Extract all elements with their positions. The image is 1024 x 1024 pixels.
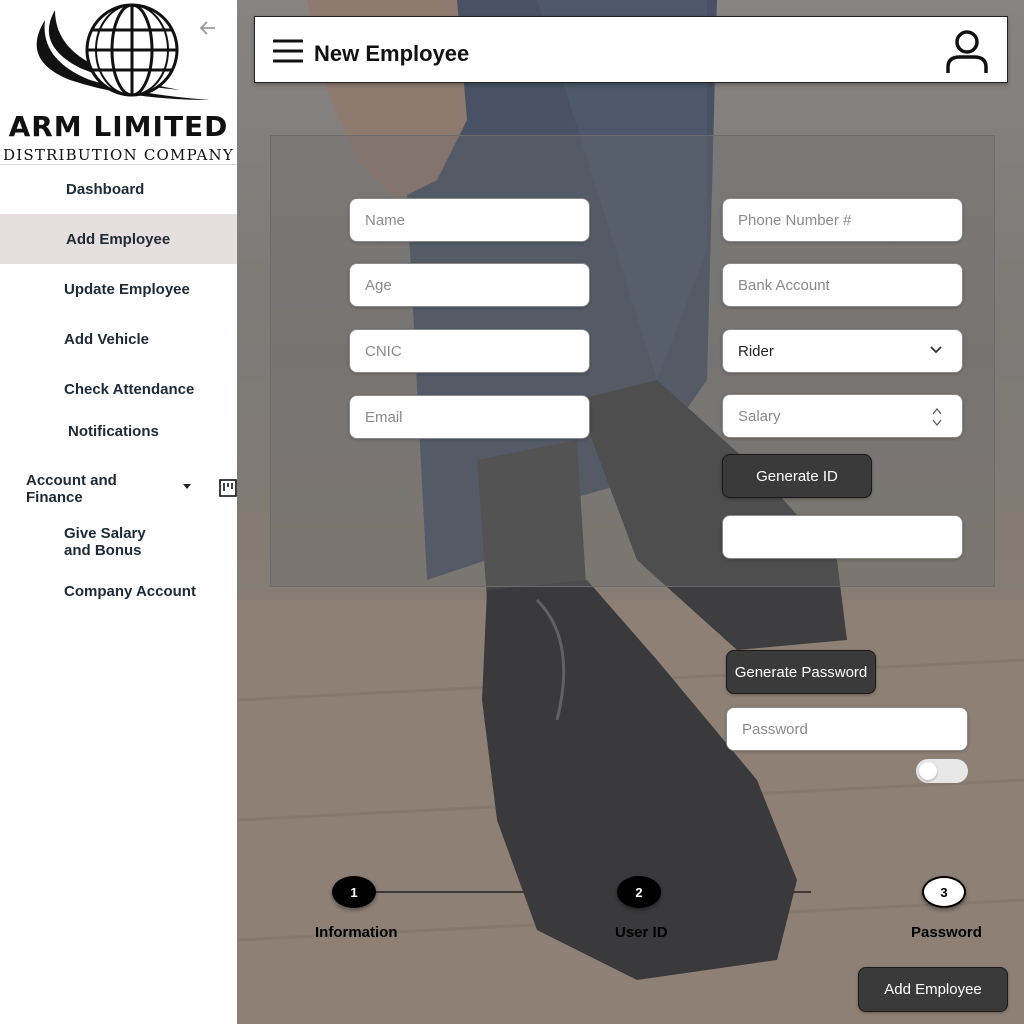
generate-id-button[interactable]: Generate ID (722, 454, 872, 498)
brand-name: ARM LIMITED (8, 110, 229, 143)
email-input[interactable] (350, 396, 589, 438)
salary-input[interactable] (723, 395, 962, 437)
step-2-label: User ID (615, 924, 668, 941)
step-3-circle: 3 (922, 876, 966, 908)
kanban-icon[interactable] (219, 479, 237, 497)
sidebar: ARM LIMITED DISTRIBUTION COMPANY Dashboa… (0, 0, 237, 1024)
step-connector (661, 891, 811, 893)
sidebar-item-company-account[interactable]: Company Account (64, 583, 196, 600)
step-2-circle: 2 (617, 876, 661, 908)
step-connector (376, 891, 618, 893)
sidebar-item-add-employee[interactable]: Add Employee (66, 231, 170, 248)
password-input[interactable] (727, 708, 967, 750)
user-profile-icon[interactable] (945, 29, 989, 75)
toggle-knob (919, 762, 937, 780)
brand-subtitle: DISTRIBUTION COMPANY (3, 146, 234, 164)
sidebar-item-notifications[interactable]: Notifications (68, 423, 159, 440)
arrow-left-icon[interactable] (198, 18, 218, 38)
generated-id-field[interactable] (722, 515, 963, 559)
generate-password-button[interactable]: Generate Password (726, 650, 876, 694)
bank-account-field[interactable] (722, 263, 963, 307)
top-header: New Employee (254, 16, 1008, 83)
sidebar-item-give-salary[interactable]: Give Salary and Bonus (64, 525, 164, 559)
role-select[interactable]: Rider (722, 329, 963, 373)
age-input[interactable] (350, 264, 589, 306)
cnic-field[interactable] (349, 329, 590, 373)
sidebar-divider (0, 164, 237, 165)
bank-account-input[interactable] (723, 264, 962, 306)
name-field[interactable] (349, 198, 590, 242)
cnic-input[interactable] (350, 330, 589, 372)
sidebar-item-update-employee[interactable]: Update Employee (64, 281, 190, 298)
caret-down-icon[interactable] (183, 484, 191, 489)
age-field[interactable] (349, 263, 590, 307)
sidebar-item-dashboard[interactable]: Dashboard (66, 181, 144, 198)
hamburger-menu-icon[interactable] (273, 39, 303, 63)
generated-id-input[interactable] (723, 516, 962, 558)
sidebar-item-check-attendance[interactable]: Check Attendance (64, 381, 194, 398)
name-input[interactable] (350, 199, 589, 241)
chevron-down-icon (930, 346, 942, 354)
phone-input[interactable] (723, 199, 962, 241)
step-3-label: Password (911, 924, 982, 941)
role-select-value: Rider (738, 343, 774, 360)
step-1-label: Information (315, 924, 398, 941)
phone-field[interactable] (722, 198, 963, 242)
show-password-toggle[interactable] (916, 759, 968, 783)
step-1-circle: 1 (332, 876, 376, 908)
sidebar-item-add-vehicle[interactable]: Add Vehicle (64, 331, 149, 348)
password-field[interactable] (726, 707, 968, 751)
salary-field[interactable] (722, 394, 963, 438)
email-field[interactable] (349, 395, 590, 439)
spinner-arrows-icon[interactable] (932, 407, 942, 427)
sidebar-item-account-finance[interactable]: Account and Finance (26, 472, 136, 506)
globe-logo-icon (36, 3, 211, 100)
add-employee-button[interactable]: Add Employee (858, 967, 1008, 1012)
page-title: New Employee (314, 41, 470, 66)
